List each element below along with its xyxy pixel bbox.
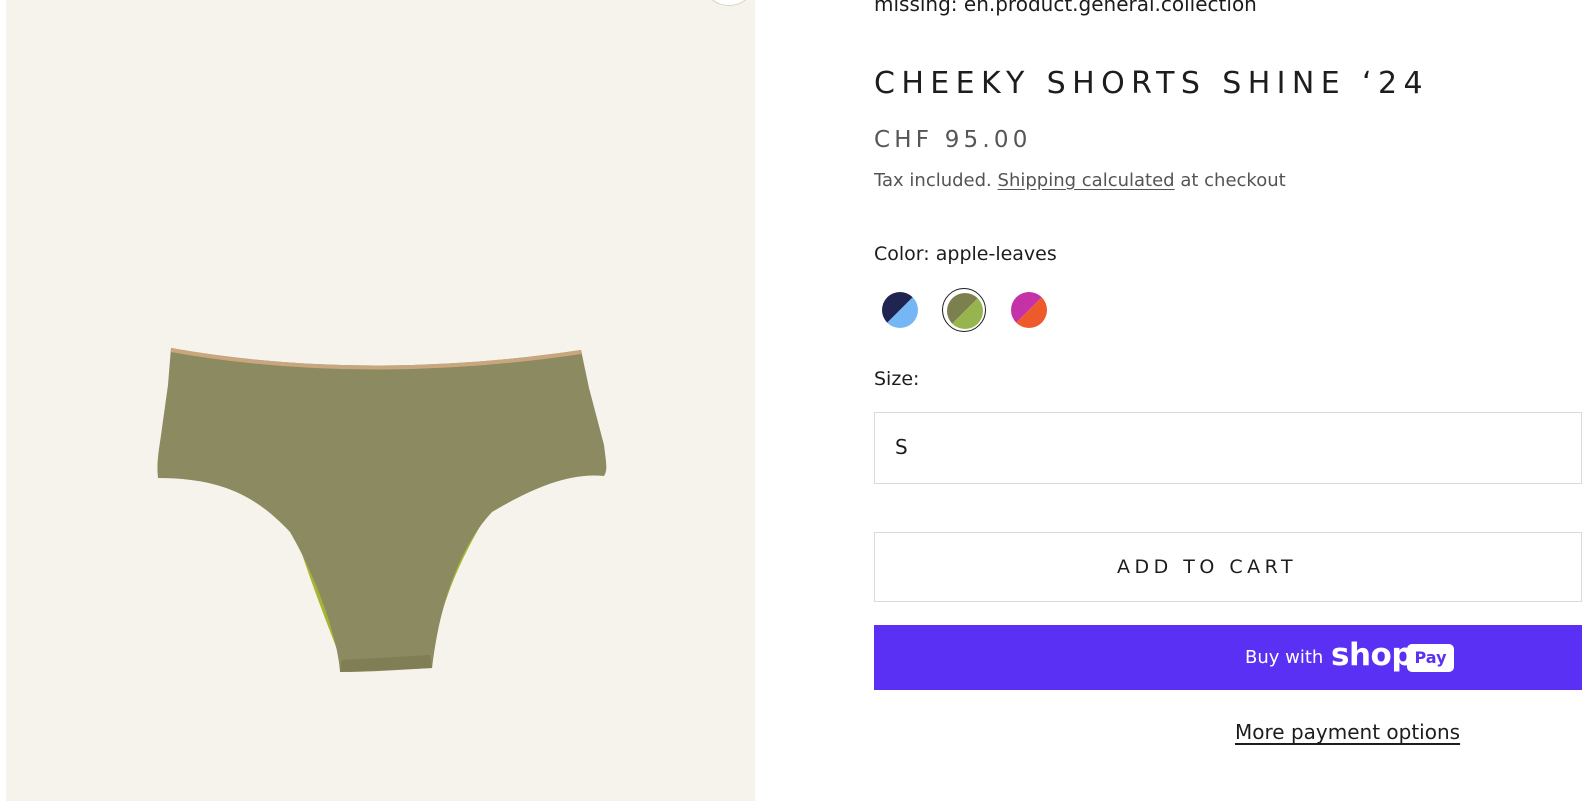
more-payment-options-link[interactable]: More payment options [1235,720,1460,744]
pay-badge: Pay [1407,644,1454,672]
shipping-link[interactable]: Shipping calculated [998,170,1175,191]
size-select[interactable]: S [874,412,1582,484]
collection-label: missing: en.product.general.collection [874,0,1257,16]
garment-body [157,348,607,672]
size-label: Size: [874,368,920,390]
product-price: CHF 95.00 [874,127,1032,153]
product-page: missing: en.product.general.collection C… [0,0,1582,808]
swatch-dot [882,292,918,328]
swatch-navy-sky[interactable] [878,288,922,332]
tax-note: Tax included. Shipping calculated at che… [874,170,1286,191]
buy-with-shop-pay-button[interactable]: Buy with shop Pay [874,625,1582,690]
add-to-cart-button[interactable]: ADD TO CART [874,532,1582,602]
swatch-dot [1011,292,1047,328]
tax-prefix: Tax included. [874,170,992,191]
swatch-apple-leaves[interactable] [942,288,986,332]
color-label: Color: apple-leaves [874,243,1057,265]
swatch-dot [947,293,983,329]
product-info: missing: en.product.general.collection C… [874,0,1582,808]
product-title: CHEEKY SHORTS SHINE ‘24 [874,66,1429,101]
tax-suffix: at checkout [1180,170,1286,191]
buy-with-label: Buy with [1245,647,1324,668]
product-image-area [6,0,755,801]
color-selected-value: apple-leaves [935,243,1057,265]
product-image [157,348,607,672]
swatch-magenta-orange[interactable] [1007,288,1051,332]
color-label-prefix: Color: [874,243,930,265]
shop-logo: shop [1331,637,1414,673]
add-to-cart-label: ADD TO CART [1117,556,1298,578]
